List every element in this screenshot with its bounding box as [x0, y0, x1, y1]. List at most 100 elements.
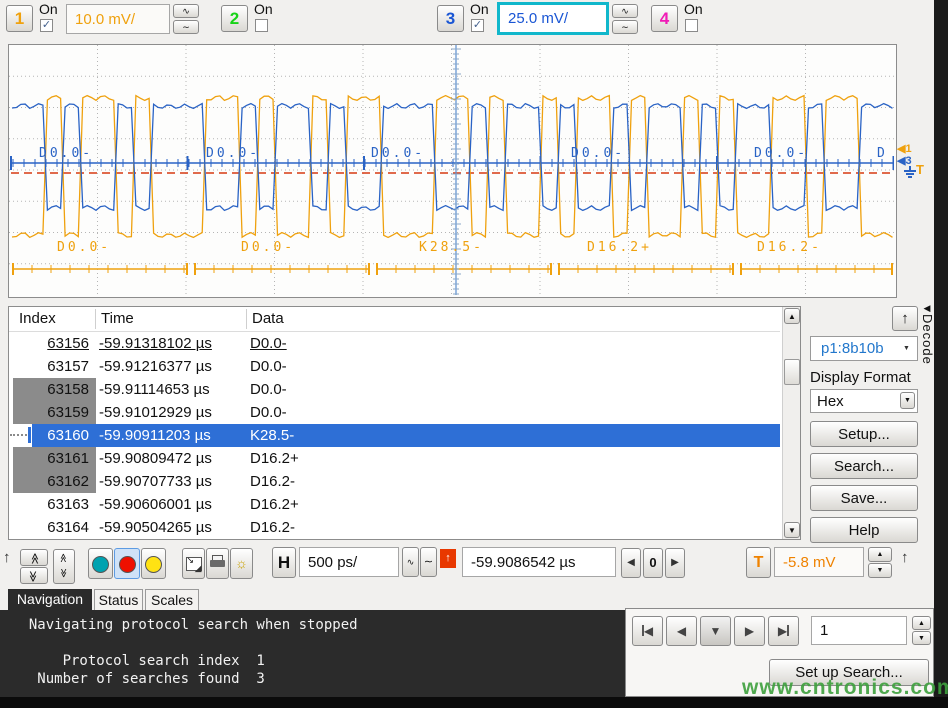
horizontal-delay-field[interactable]: -59.9086542 µs [462, 547, 616, 577]
print-button[interactable] [206, 548, 229, 579]
tab-scales[interactable]: Scales [145, 589, 199, 610]
setup-button[interactable]: Setup... [810, 421, 918, 447]
column-header-data[interactable]: Data [252, 307, 284, 331]
table-row[interactable]: 63163-59.90606001 µsD16.2+ [9, 493, 780, 516]
timebase-zoom-out-button[interactable]: ∿ [402, 547, 419, 577]
channel-3-on-checkbox[interactable]: ✓ [471, 19, 484, 32]
pan-down-button[interactable]: ≪ [20, 567, 48, 584]
table-row[interactable]: 63156-59.91318102 µsD0.0- [9, 332, 780, 355]
search-button[interactable]: Search... [810, 453, 918, 479]
cell-data[interactable]: K28.5- [250, 424, 470, 447]
channel-1-scale-down-button[interactable]: ∼ [173, 20, 199, 34]
pan-up-button[interactable]: ≪ [20, 549, 48, 566]
table-row[interactable]: 63160-59.90911203 µsK28.5- [9, 424, 780, 447]
channel-1-on-checkbox[interactable]: ✓ [40, 19, 53, 32]
cell-time[interactable]: -59.90504265 µs [99, 516, 249, 539]
nav-last-button[interactable]: ▶ [768, 616, 799, 646]
cell-time[interactable]: -59.90606001 µs [99, 493, 249, 516]
table-row[interactable]: 63162-59.90707733 µsD16.2- [9, 470, 780, 493]
decode-side-tab[interactable]: ◀ Decode [919, 303, 935, 407]
cell-data[interactable]: D16.2- [250, 470, 470, 493]
cell-index[interactable]: 63162 [13, 470, 96, 493]
timebase-zoom-in-button[interactable]: ∼ [420, 547, 437, 577]
cell-data[interactable]: D0.0- [250, 378, 470, 401]
cell-data[interactable]: D0.0- [250, 355, 470, 378]
search-index-field[interactable]: 1 [811, 616, 907, 645]
chevron-down-icon[interactable]: ▼ [903, 345, 910, 352]
channel-3-button[interactable]: 3 [437, 5, 464, 32]
cell-index[interactable]: 63159 [13, 401, 96, 424]
cell-index[interactable]: 63157 [32, 355, 96, 378]
stop-button[interactable] [114, 548, 140, 579]
run-button[interactable] [88, 548, 113, 579]
decode-probe-select[interactable]: p1:8b10b [810, 336, 918, 361]
scrollbar-up-arrow[interactable]: ▲ [784, 308, 800, 324]
search-index-down-button[interactable]: ▼ [912, 631, 931, 645]
scrollbar-down-arrow[interactable]: ▼ [784, 522, 800, 538]
column-header-index[interactable]: Index [19, 307, 56, 331]
channel-1-scale-up-button[interactable]: ∿ [173, 4, 199, 18]
cell-time[interactable]: -59.91216377 µs [99, 355, 249, 378]
trigger-level-up-button[interactable]: ▲ [868, 547, 892, 562]
channel-1-scale-field[interactable]: 10.0 mV/ [66, 4, 170, 34]
cell-index[interactable]: 63156 [32, 332, 96, 355]
column-divider[interactable] [95, 309, 96, 329]
save-button[interactable]: Save... [810, 485, 918, 511]
channel-3-scale-up-button[interactable]: ∿ [612, 4, 638, 18]
cell-index[interactable]: 63163 [32, 493, 96, 516]
trigger-level-marker[interactable]: T [916, 162, 924, 177]
table-row[interactable]: 63164-59.90504265 µsD16.2- [9, 516, 780, 539]
nav-first-button[interactable]: ◀ [632, 616, 663, 646]
tab-status[interactable]: Status [94, 589, 143, 610]
cell-index[interactable]: 63164 [32, 516, 96, 539]
scroll-to-top-button[interactable]: ↑ [892, 306, 918, 331]
cell-data[interactable]: D16.2- [250, 516, 470, 539]
nav-next-button[interactable]: ▶ [734, 616, 765, 646]
cell-data[interactable]: D0.0- [250, 332, 470, 355]
channel-4-on-checkbox[interactable] [685, 19, 698, 32]
chevron-down-icon[interactable]: ▼ [900, 392, 915, 409]
cell-index[interactable]: 63160 [32, 424, 96, 447]
delay-zero-button[interactable]: 0 [643, 548, 663, 578]
single-button[interactable] [141, 548, 166, 579]
zoom-in-out-button[interactable]: ≪ ≪ [53, 549, 75, 584]
cell-data[interactable]: D0.0- [250, 401, 470, 424]
waveform-display[interactable]: D0.0-D0.0-D0.0-D0.0-D0.0-DD0.0-D0.0-K28.… [8, 44, 897, 298]
cell-time[interactable]: -59.90809472 µs [99, 447, 249, 470]
cell-index[interactable]: 63158 [13, 378, 96, 401]
cell-time[interactable]: -59.90911203 µs [99, 424, 249, 447]
timebase-field[interactable]: 500 ps/ [299, 547, 399, 577]
channel-4-button[interactable]: 4 [651, 5, 678, 32]
table-scrollbar[interactable]: ▲ ▼ [782, 307, 800, 539]
cell-data[interactable]: D16.2+ [250, 493, 470, 516]
tab-navigation[interactable]: Navigation [8, 589, 92, 610]
horizontal-button[interactable]: H [272, 547, 296, 578]
cell-time[interactable]: -59.91114653 µs [99, 378, 249, 401]
column-header-time[interactable]: Time [101, 307, 134, 331]
delay-step-left-button[interactable]: ◀ [621, 548, 641, 578]
cell-time[interactable]: -59.90707733 µs [99, 470, 249, 493]
help-button[interactable]: Help [810, 517, 918, 543]
channel-2-on-checkbox[interactable] [255, 19, 268, 32]
cell-time[interactable]: -59.91012929 µs [99, 401, 249, 424]
nav-stop-button[interactable]: ▼ [700, 616, 731, 646]
scrollbar-thumb[interactable] [784, 359, 800, 385]
cell-time[interactable]: -59.91318102 µs [99, 332, 249, 355]
trigger-position-indicator[interactable]: ↑ [440, 549, 456, 568]
display-brightness-button[interactable]: ☼ [230, 548, 253, 579]
screen-capture-button[interactable]: ↘◢ [182, 548, 205, 579]
delay-step-right-button[interactable]: ▶ [665, 548, 685, 578]
table-row[interactable]: 63161-59.90809472 µsD16.2+ [9, 447, 780, 470]
search-index-up-button[interactable]: ▲ [912, 616, 931, 630]
table-row[interactable]: 63158-59.91114653 µsD0.0- [9, 378, 780, 401]
cell-index[interactable]: 63161 [13, 447, 96, 470]
table-row[interactable]: 63159-59.91012929 µsD0.0- [9, 401, 780, 424]
channel-2-button[interactable]: 2 [221, 5, 248, 32]
table-row[interactable]: 63157-59.91216377 µsD0.0- [9, 355, 780, 378]
channel-3-scale-field[interactable]: 25.0 mV/ [497, 2, 609, 35]
trigger-level-field[interactable]: -5.8 mV [774, 547, 864, 577]
nav-previous-button[interactable]: ◀ [666, 616, 697, 646]
trigger-button[interactable]: T [746, 547, 771, 578]
trigger-level-down-button[interactable]: ▼ [868, 563, 892, 578]
channel-3-scale-down-button[interactable]: ∼ [612, 20, 638, 34]
